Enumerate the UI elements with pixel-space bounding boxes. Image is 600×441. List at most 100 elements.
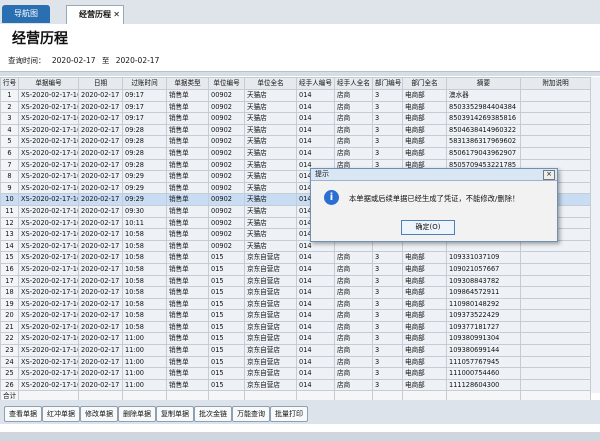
table-cell: 00902 (208, 100, 245, 114)
query-date-from[interactable]: 2020-02-17 (52, 56, 96, 65)
table-cell: 2020-02-17 (78, 193, 123, 206)
table-body: 1 XS-2020-02-17-1(2020-02-17 09:17 销售单 00902… (0, 89, 591, 404)
table-row[interactable]: 23 XS-2020-02-17-1(2020-02-17 11:00 销售单 015 京… (0, 344, 591, 357)
copy-document-button[interactable]: 复制单据 (156, 406, 194, 422)
table-cell: 2020-02-17 (78, 123, 123, 137)
table-cell: 14 (0, 239, 19, 253)
table-cell: 11:00 (122, 332, 167, 346)
table-cell: 店商 (334, 355, 373, 369)
table-row[interactable]: 24 XS-2020-02-17-1(2020-02-17 11:00 销售单 015 京… (0, 355, 591, 369)
tab-navigation[interactable]: 导航图 (2, 5, 50, 23)
table-cell: 店商 (334, 89, 373, 102)
table-cell: 销售单 (166, 251, 209, 264)
column-header[interactable]: 部门全名 (402, 77, 447, 90)
column-header[interactable]: 经手人编号 (296, 77, 335, 90)
query-time-row: 查询时间： 2020-02-17 至 2020-02-17 (8, 55, 163, 66)
table-cell: 09:29 (122, 181, 167, 195)
table-row[interactable]: 6 XS-2020-02-17-1(2020-02-17 09:28 销售单 00902… (0, 146, 591, 160)
universal-query-button[interactable]: 万能查询 (232, 406, 270, 422)
ok-button[interactable]: 确定(O) (401, 220, 455, 235)
column-header[interactable]: 附加说明 (520, 77, 591, 90)
column-header[interactable]: 摘要 (446, 77, 521, 90)
table-cell: 09:17 (122, 100, 167, 114)
table-cell: 销售单 (166, 170, 209, 183)
table-row[interactable]: 20 XS-2020-02-17-1(2020-02-17 10:58 销售单 015 京… (0, 309, 591, 322)
table-cell: 2020-02-17 (78, 239, 123, 253)
panel-splitter[interactable] (0, 71, 600, 76)
table-row[interactable]: 16 XS-2020-02-17-1(2020-02-17 10:58 销售单 015 京… (0, 262, 591, 276)
table-cell: 014 (296, 297, 335, 311)
table-cell: 2020-02-17 (78, 216, 123, 230)
table-cell: 3 (0, 112, 19, 125)
table-cell: 3 (372, 378, 403, 392)
column-header[interactable]: 单位编号 (208, 77, 245, 90)
table-cell: 09:29 (122, 170, 167, 183)
table-row[interactable]: 25 XS-2020-02-17-1(2020-02-17 11:00 销售单 015 京… (0, 367, 591, 380)
column-header[interactable]: 经手人全名 (334, 77, 373, 90)
table-cell: 3 (372, 135, 403, 148)
close-icon[interactable]: × (543, 170, 555, 180)
table-cell (520, 89, 591, 102)
table-cell: 京东自营店 (244, 367, 297, 380)
table-row[interactable]: 18 XS-2020-02-17-1(2020-02-17 10:58 销售单 015 京… (0, 286, 591, 299)
table-cell: 3 (372, 344, 403, 357)
table-cell: 014 (296, 309, 335, 322)
table-cell: XS-2020-02-17-1( (18, 170, 79, 183)
column-header[interactable]: 行号 (0, 77, 19, 90)
table-row[interactable]: 1 XS-2020-02-17-1(2020-02-17 09:17 销售单 00902… (0, 89, 591, 102)
table-cell: 2020-02-17 (78, 135, 123, 148)
column-header[interactable]: 过账时间 (122, 77, 167, 90)
table-cell (520, 286, 591, 299)
table-cell: 店商 (334, 344, 373, 357)
table-cell: 电商部 (402, 112, 447, 125)
table-cell: 电商部 (402, 123, 447, 137)
table-row[interactable]: 4 XS-2020-02-17-1(2020-02-17 09:28 销售单 00902… (0, 123, 591, 137)
column-header[interactable]: 单据类型 (166, 77, 209, 90)
batch-chain-button[interactable]: 批次金链 (194, 406, 232, 422)
table-cell: XS-2020-02-17-1( (18, 332, 79, 346)
close-icon[interactable]: ✕ (113, 6, 120, 24)
table-cell: 京东自营店 (244, 262, 297, 276)
table-cell: 电商部 (402, 309, 447, 322)
table-cell: 2020-02-17 (78, 344, 123, 357)
delete-document-button[interactable]: 删除单据 (118, 406, 156, 422)
table-row[interactable]: 15 XS-2020-02-17-1(2020-02-17 10:58 销售单 015 京… (0, 251, 591, 264)
table-cell: XS-2020-02-17-1( (18, 123, 79, 137)
red-reverse-button[interactable]: 红冲单据 (42, 406, 80, 422)
table-header-row: 行号 单据编号 日期 过账时间 单据类型 单位编号 单位全名 经手人编号 经手人全名 部门编号 部门… (0, 77, 591, 90)
table-cell: 5 (0, 135, 19, 148)
table-row[interactable]: 19 XS-2020-02-17-1(2020-02-17 10:58 销售单 015 京… (0, 297, 591, 311)
table-cell: 销售单 (166, 193, 209, 206)
table-row[interactable]: 22 XS-2020-02-17-1(2020-02-17 11:00 销售单 015 京… (0, 332, 591, 346)
column-header[interactable]: 单位全名 (244, 77, 297, 90)
table-cell: 2020-02-17 (78, 274, 123, 288)
table-row[interactable]: 17 XS-2020-02-17-1(2020-02-17 10:58 销售单 015 京… (0, 274, 591, 288)
table-cell: 014 (296, 112, 335, 125)
table-cell: 2020-02-17 (78, 181, 123, 195)
table-cell: 11:00 (122, 367, 167, 380)
table-cell: 014 (296, 286, 335, 299)
view-document-button[interactable]: 查看单据 (4, 406, 42, 422)
table-cell: XS-2020-02-17-1( (18, 251, 79, 264)
column-header[interactable]: 日期 (78, 77, 123, 90)
modify-document-button[interactable]: 修改单据 (80, 406, 118, 422)
query-date-to[interactable]: 2020-02-17 (116, 56, 160, 65)
column-header[interactable]: 部门编号 (372, 77, 403, 90)
table-row[interactable]: 2 XS-2020-02-17-1(2020-02-17 09:17 销售单 00902… (0, 100, 591, 114)
table-row[interactable]: 5 XS-2020-02-17-1(2020-02-17 09:28 销售单 00902… (0, 135, 591, 148)
table-cell: XS-2020-02-17-1( (18, 100, 79, 114)
table-cell: 8 (0, 170, 19, 183)
batch-print-button[interactable]: 批量打印 (270, 406, 308, 422)
status-bar (0, 432, 600, 441)
table-cell: 2020-02-17 (78, 89, 123, 102)
tab-business-history[interactable]: 经营历程 ✕ (66, 5, 124, 24)
table-cell: 11:00 (122, 355, 167, 369)
table-row[interactable]: 26 XS-2020-02-17-1(2020-02-17 11:00 销售单 015 京… (0, 378, 591, 392)
table-row[interactable]: 3 XS-2020-02-17-1(2020-02-17 09:17 销售单 00902… (0, 112, 591, 125)
table-cell: 10:58 (122, 262, 167, 276)
column-header[interactable]: 单据编号 (18, 77, 79, 90)
table-row[interactable]: 21 XS-2020-02-17-1(2020-02-17 10:58 销售单 015 京… (0, 320, 591, 334)
table-cell: 3 (372, 100, 403, 114)
table-cell: 10:58 (122, 274, 167, 288)
table-cell: XS-2020-02-17-1( (18, 112, 79, 125)
